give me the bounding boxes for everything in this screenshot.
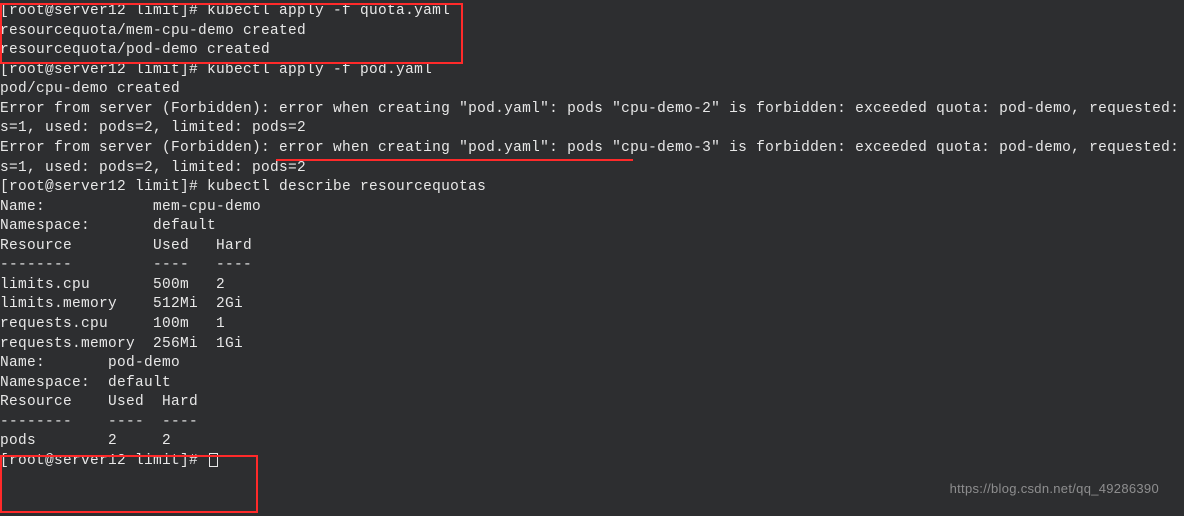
terminal-line: Namespace: default: [0, 217, 1184, 237]
watermark-text: https://blog.csdn.net/qq_49286390: [950, 480, 1159, 498]
terminal-line: Name: mem-cpu-demo: [0, 198, 1184, 218]
terminal-line: Error from server (Forbidden): error whe…: [0, 139, 1184, 159]
terminal-line: [root@server12 limit]# kubectl apply -f …: [0, 2, 1184, 22]
terminal-prompt-line: [root@server12 limit]#: [0, 452, 1184, 472]
terminal-line: requests.memory 256Mi 1Gi: [0, 335, 1184, 355]
terminal-line: s=1, used: pods=2, limited: pods=2: [0, 119, 1184, 139]
terminal-line: s=1, used: pods=2, limited: pods=2: [0, 159, 1184, 179]
terminal-line: Namespace: default: [0, 374, 1184, 394]
terminal-line: Resource Used Hard: [0, 237, 1184, 257]
terminal-line: Error from server (Forbidden): error whe…: [0, 100, 1184, 120]
terminal-line: Resource Used Hard: [0, 393, 1184, 413]
terminal-line: limits.memory 512Mi 2Gi: [0, 295, 1184, 315]
terminal-line: [root@server12 limit]# kubectl describe …: [0, 178, 1184, 198]
terminal-line: requests.cpu 100m 1: [0, 315, 1184, 335]
terminal-line: limits.cpu 500m 2: [0, 276, 1184, 296]
terminal-line: [root@server12 limit]# kubectl apply -f …: [0, 61, 1184, 81]
terminal-line: pods 2 2: [0, 432, 1184, 452]
terminal-line: pod/cpu-demo created: [0, 80, 1184, 100]
terminal-line: -------- ---- ----: [0, 256, 1184, 276]
terminal-line: Name: pod-demo: [0, 354, 1184, 374]
terminal-output[interactable]: [root@server12 limit]# kubectl apply -f …: [0, 2, 1184, 472]
terminal-line: resourcequota/mem-cpu-demo created: [0, 22, 1184, 42]
cursor-icon: [209, 453, 218, 467]
terminal-line: resourcequota/pod-demo created: [0, 41, 1184, 61]
terminal-line: -------- ---- ----: [0, 413, 1184, 433]
